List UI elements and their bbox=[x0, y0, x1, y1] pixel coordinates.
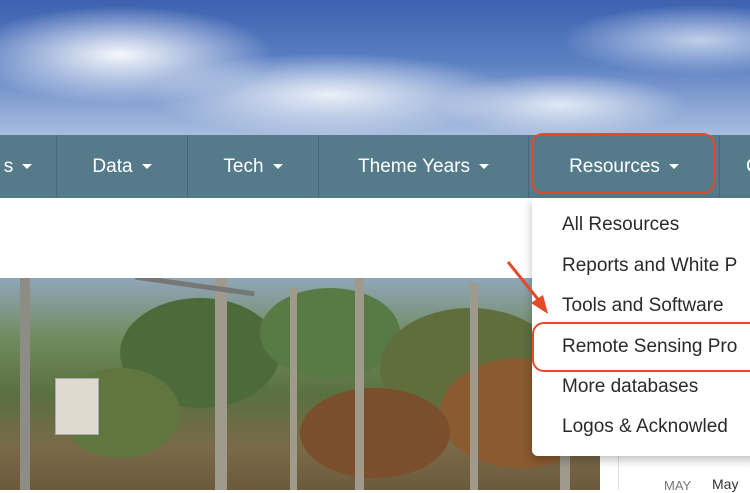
menu-item-tools-software[interactable]: Tools and Software bbox=[562, 295, 724, 317]
nav-item-label: s bbox=[3, 155, 14, 177]
nav-item-partial-right[interactable]: C bbox=[720, 135, 750, 198]
nav-item-tech[interactable]: Tech bbox=[188, 135, 319, 198]
nav-item-label: Theme Years bbox=[358, 155, 470, 177]
nav-item-label: C bbox=[746, 156, 750, 178]
caret-down-icon bbox=[141, 164, 152, 169]
sky-banner-image bbox=[0, 0, 750, 135]
menu-item-more-databases[interactable]: More databases bbox=[562, 376, 698, 398]
caret-down-icon bbox=[22, 164, 33, 169]
event-month: MAY bbox=[664, 478, 692, 493]
forest-photo bbox=[0, 278, 600, 490]
nav-item-data[interactable]: Data bbox=[57, 135, 188, 198]
nav-item-label: Tech bbox=[223, 155, 264, 177]
caret-down-icon bbox=[478, 164, 489, 169]
nav-item-label: Resources bbox=[569, 155, 660, 177]
resources-dropdown-menu: All Resources Reports and White P Tools … bbox=[532, 198, 750, 456]
main-navigation-bar: s Data Tech Theme Years Resources C bbox=[0, 135, 750, 198]
nav-item-partial[interactable]: s bbox=[0, 135, 57, 198]
menu-item-all-resources[interactable]: All Resources bbox=[562, 214, 679, 236]
menu-item-remote-sensing[interactable]: Remote Sensing Pro bbox=[562, 336, 737, 358]
menu-item-reports-white-papers[interactable]: Reports and White P bbox=[562, 255, 737, 277]
nav-item-resources[interactable]: Resources bbox=[529, 135, 720, 198]
caret-down-icon bbox=[272, 164, 283, 169]
menu-item-logos-acknowledgements[interactable]: Logos & Acknowled bbox=[562, 416, 728, 438]
caret-down-icon bbox=[668, 164, 679, 169]
nav-item-theme-years[interactable]: Theme Years bbox=[319, 135, 529, 198]
nav-item-label: Data bbox=[92, 155, 133, 177]
